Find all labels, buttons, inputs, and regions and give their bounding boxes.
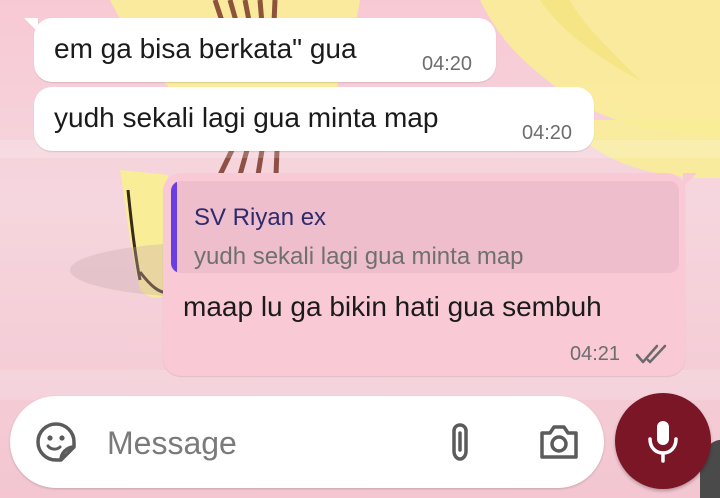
message-text: yudh sekali lagi gua minta map [54, 102, 439, 133]
incoming-message[interactable]: em ga bisa berkata" gua 04:20 [24, 18, 496, 82]
incoming-message[interactable]: yudh sekali lagi gua minta map 04:20 [34, 87, 594, 151]
bubble-tail [24, 18, 38, 32]
message-text: maap lu ga bikin hati gua sembuh [183, 291, 602, 322]
message-composer [10, 396, 604, 488]
reply-quote[interactable]: SV Riyan ex yudh sekali lagi gua minta m… [171, 181, 679, 273]
voice-record-button[interactable] [615, 393, 711, 489]
message-input[interactable] [105, 422, 409, 464]
message-text: em ga bisa berkata" gua [54, 33, 357, 64]
sticker-icon[interactable] [35, 421, 77, 463]
message-time: 04:20 [422, 53, 473, 75]
bubble-tail [683, 173, 697, 187]
outgoing-message[interactable]: SV Riyan ex yudh sekali lagi gua minta m… [163, 173, 697, 376]
reply-author: SV Riyan ex [194, 204, 327, 231]
double-check-icon [635, 344, 667, 364]
message-time: 04:21 [570, 343, 621, 365]
paperclip-icon[interactable] [446, 421, 478, 463]
camera-icon[interactable] [538, 423, 580, 461]
reply-snippet: yudh sekali lagi gua minta map [194, 243, 524, 270]
message-time: 04:20 [522, 122, 573, 144]
reply-accent-bar [171, 181, 177, 273]
microphone-icon [648, 421, 678, 463]
